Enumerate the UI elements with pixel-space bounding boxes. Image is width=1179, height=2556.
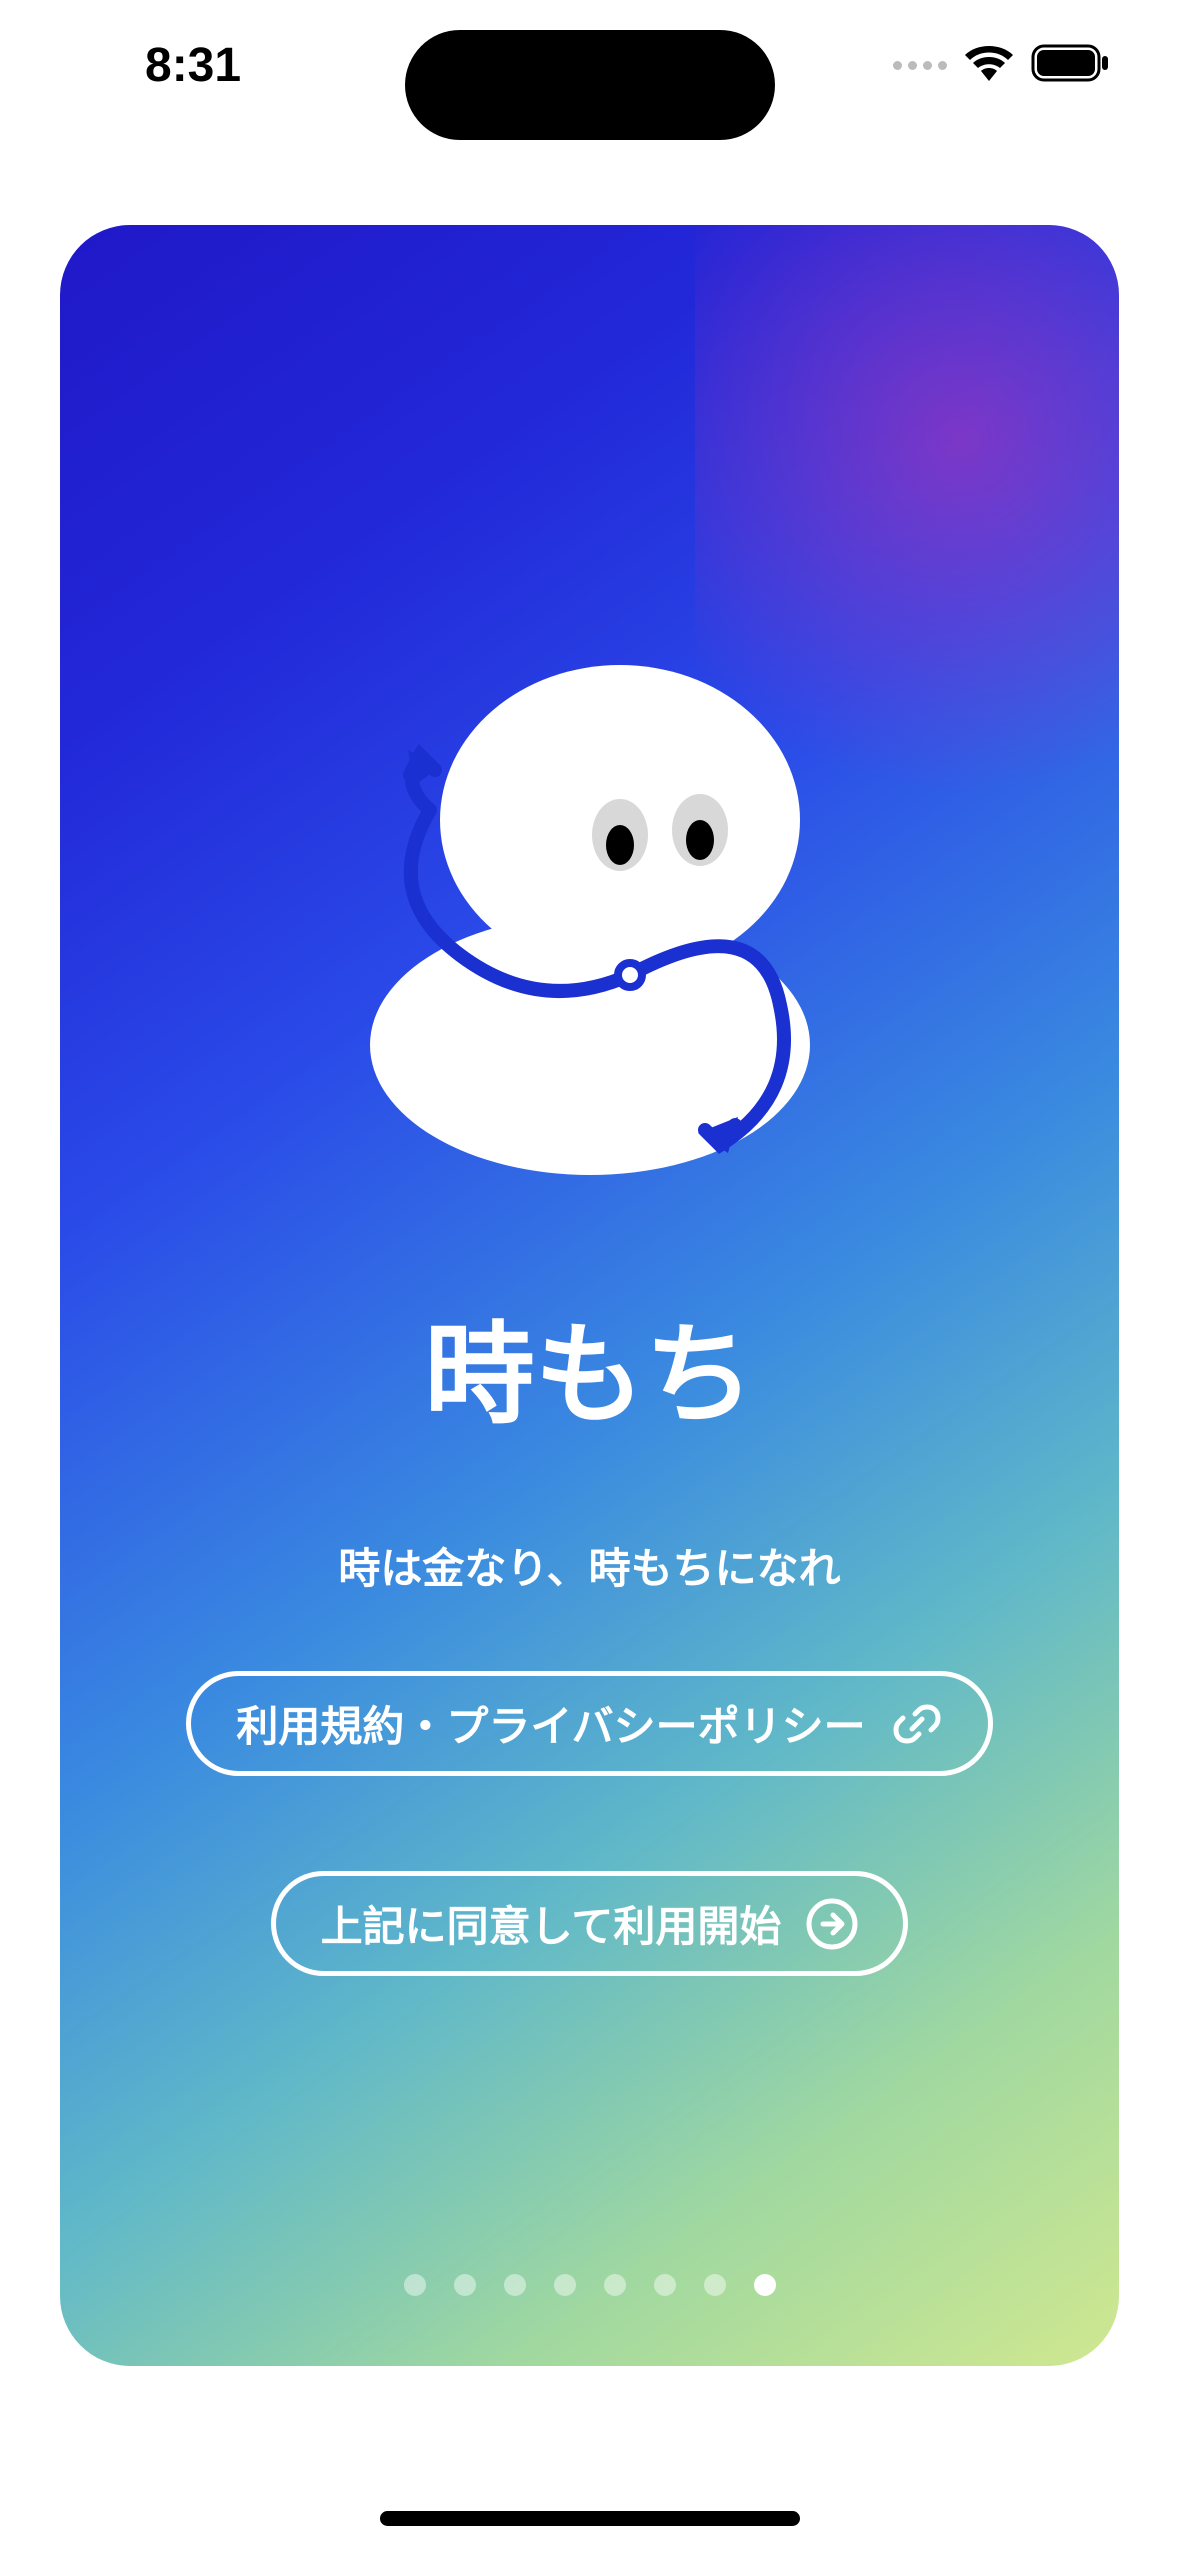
page-dot[interactable] bbox=[604, 2274, 626, 2296]
agree-button-label: 上記に同意して利用開始 bbox=[321, 1893, 782, 1954]
page-indicator bbox=[404, 2274, 776, 2296]
app-title: 時もち bbox=[425, 1285, 755, 1445]
home-indicator[interactable] bbox=[380, 2511, 800, 2526]
terms-button-label: 利用規約・プライバシーポリシー bbox=[236, 1693, 865, 1754]
page-dot[interactable] bbox=[704, 2274, 726, 2296]
status-time: 8:31 bbox=[145, 38, 241, 93]
onboarding-card: 時もち 時は金なり、時もちになれ 利用規約・プライバシーポリシー 上記に同意して… bbox=[60, 225, 1119, 2366]
dynamic-island bbox=[405, 30, 775, 140]
page-dot[interactable] bbox=[404, 2274, 426, 2296]
arrow-right-circle-icon bbox=[806, 1898, 858, 1950]
mascot-image bbox=[340, 655, 840, 1185]
wifi-icon bbox=[965, 45, 1013, 86]
page-dot[interactable] bbox=[504, 2274, 526, 2296]
page-dot[interactable] bbox=[554, 2274, 576, 2296]
status-right bbox=[893, 44, 1109, 87]
page-dot-active[interactable] bbox=[754, 2274, 776, 2296]
page-dot[interactable] bbox=[454, 2274, 476, 2296]
terms-button[interactable]: 利用規約・プライバシーポリシー bbox=[186, 1671, 992, 1776]
agree-start-button[interactable]: 上記に同意して利用開始 bbox=[271, 1871, 909, 1976]
page-dot[interactable] bbox=[654, 2274, 676, 2296]
link-icon bbox=[891, 1698, 943, 1750]
tagline: 時は金なり、時もちになれ bbox=[338, 1535, 840, 1596]
battery-icon bbox=[1031, 44, 1109, 87]
cellular-icon bbox=[893, 61, 947, 70]
